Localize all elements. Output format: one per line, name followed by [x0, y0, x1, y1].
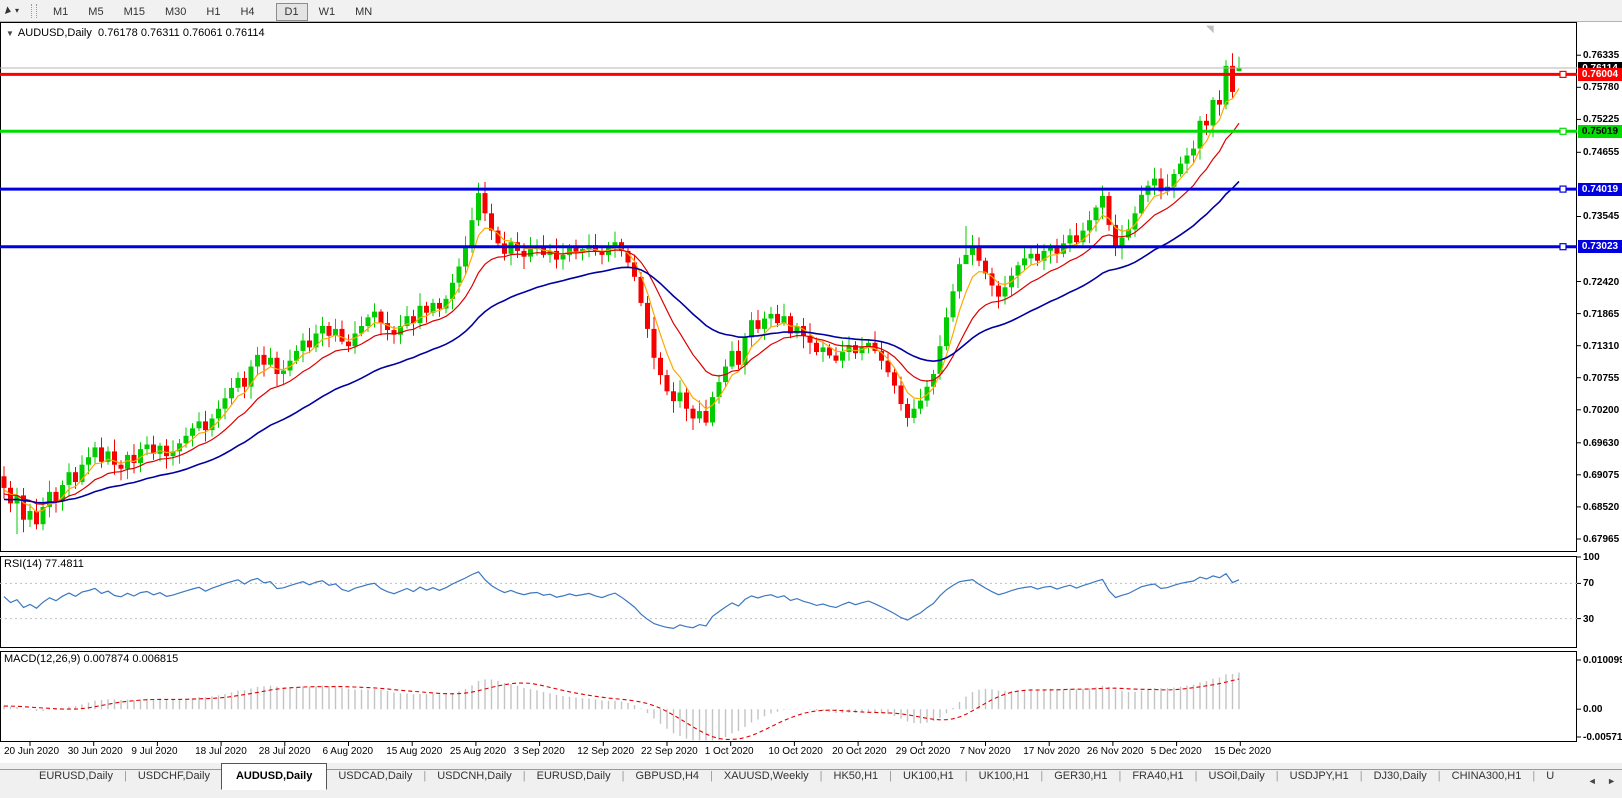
time-axis-label: 10 Oct 2020: [768, 746, 822, 757]
chart-tab-usdcnh-daily[interactable]: USDCNH,Daily: [426, 763, 523, 788]
tab-scroll-left-icon[interactable]: ◄: [1585, 776, 1600, 786]
price-axis-tick: 0.69075: [1583, 470, 1622, 481]
time-axis-label: 20 Jun 2020: [4, 746, 59, 757]
chart-tab-eurusd-daily[interactable]: EURUSD,Daily: [28, 763, 124, 788]
dropdown-caret-icon: ▾: [15, 6, 19, 15]
time-axis-label: 20 Oct 2020: [832, 746, 886, 757]
timeframe-button-m5[interactable]: M5: [79, 3, 112, 21]
tab-scroll-right-icon[interactable]: ►: [1604, 776, 1619, 786]
timeframe-buttons: M1M5M15M30H1H4 D1W1MN: [43, 2, 382, 20]
time-axis-label: 5 Dec 2020: [1151, 746, 1202, 757]
chart-tab-china300-h1[interactable]: CHINA300,H1: [1441, 763, 1533, 788]
timeframe-button-m30[interactable]: M30: [156, 3, 195, 21]
price-axis-tick: 0.70200: [1583, 405, 1622, 416]
cursor-icon: [5, 6, 12, 15]
hline-price-label[interactable]: 0.73023: [1578, 240, 1622, 253]
chart-tabs: EURUSD,Daily|USDCHF,DailyAUDUSD,DailyUSD…: [28, 763, 1588, 793]
time-axis-label: 28 Jul 2020: [259, 746, 311, 757]
chart-tab-fra40-h1[interactable]: FRA40,H1: [1121, 763, 1194, 788]
hline-price-label[interactable]: 0.75019: [1578, 125, 1622, 138]
chart-tab-audusd-daily[interactable]: AUDUSD,Daily: [221, 763, 327, 790]
tab-scroll-arrows: ◄ ►: [1581, 771, 1619, 789]
time-axis-label: 6 Aug 2020: [323, 746, 374, 757]
rsi-indicator-pane[interactable]: [0, 556, 1577, 648]
hline-price-label[interactable]: 0.76004: [1578, 68, 1622, 81]
chart-tab-xauusd-weekly[interactable]: XAUUSD,Weekly: [713, 763, 820, 788]
collapse-caret-icon[interactable]: ▼: [6, 29, 14, 38]
time-axis-label: 12 Sep 2020: [577, 746, 634, 757]
price-axis-tick: 0.75780: [1583, 82, 1622, 93]
chart-tab-hk50-h1[interactable]: HK50,H1: [823, 763, 890, 788]
chart-tab-uk100-h1[interactable]: UK100,H1: [968, 763, 1041, 788]
scroll-to-end-marker[interactable]: ◥: [1206, 24, 1214, 35]
time-axis-label: 7 Nov 2020: [960, 746, 1011, 757]
rsi-label: RSI(14) 77.4811: [4, 558, 84, 570]
time-axis-label: 26 Nov 2020: [1087, 746, 1144, 757]
macd-label: MACD(12,26,9) 0.007874 0.006815: [4, 653, 178, 665]
price-axis-tick: 0.70755: [1583, 373, 1622, 384]
rsi-axis-tick: 30: [1583, 614, 1622, 625]
time-axis-label: 15 Aug 2020: [386, 746, 442, 757]
time-axis-label: 3 Sep 2020: [514, 746, 565, 757]
chart-tab-dj30-daily[interactable]: DJ30,Daily: [1363, 763, 1438, 788]
time-axis-label: 9 Jul 2020: [131, 746, 177, 757]
price-axis-tick: 0.73545: [1583, 211, 1622, 222]
chart-ohlc-values: 0.76178 0.76311 0.76061 0.76114: [98, 27, 265, 39]
macd-axis-tick: 0.010099: [1583, 655, 1622, 666]
timeframe-button-h1[interactable]: H1: [197, 3, 229, 21]
chart-title: ▼ AUDUSD,Daily 0.76178 0.76311 0.76061 0.…: [6, 27, 265, 39]
macd-axis-tick: -0.005711: [1583, 732, 1622, 743]
price-axis-tick: 0.71310: [1583, 341, 1622, 352]
timeframe-button-m1[interactable]: M1: [44, 3, 77, 21]
pointer-tool-button[interactable]: ▾: [0, 6, 25, 15]
price-axis-tick: 0.68520: [1583, 502, 1622, 513]
chart-tab-usdjpy-h1[interactable]: USDJPY,H1: [1279, 763, 1360, 788]
timeframe-button-m15[interactable]: M15: [115, 3, 154, 21]
time-axis-label: 22 Sep 2020: [641, 746, 698, 757]
price-chart-pane[interactable]: [0, 22, 1577, 552]
rsi-axis-tick: 100: [1583, 552, 1622, 563]
price-axis-tick: 0.69630: [1583, 438, 1622, 449]
chart-tab-eurusd-daily[interactable]: EURUSD,Daily: [526, 763, 622, 788]
timeframe-toolbar: ▾ M1M5M15M30H1H4 D1W1MN: [0, 0, 1622, 22]
price-axis-tick: 0.67965: [1583, 534, 1622, 545]
chart-tab-gbpusd-h4[interactable]: GBPUSD,H4: [624, 763, 710, 788]
time-axis-label: 1 Oct 2020: [705, 746, 754, 757]
time-axis-label: 29 Oct 2020: [896, 746, 950, 757]
chart-tab-usoil-daily[interactable]: USOil,Daily: [1198, 763, 1276, 788]
chart-tab-usdcad-daily[interactable]: USDCAD,Daily: [327, 763, 423, 788]
time-axis-label: 15 Dec 2020: [1214, 746, 1271, 757]
price-axis-tick: 0.75225: [1583, 114, 1622, 125]
timeframe-button-h4[interactable]: H4: [231, 3, 263, 21]
price-axis-tick: 0.72420: [1583, 277, 1622, 288]
toolbar-grip-handle[interactable]: [31, 4, 37, 18]
time-axis-label: 17 Nov 2020: [1023, 746, 1080, 757]
timeframe-button-d1[interactable]: D1: [276, 3, 308, 21]
chart-tab-usdchf-daily[interactable]: USDCHF,Daily: [127, 763, 221, 788]
rsi-axis-tick: 70: [1583, 578, 1622, 589]
timeframe-button-w1[interactable]: W1: [310, 3, 345, 21]
timeframe-button-mn[interactable]: MN: [346, 3, 381, 21]
macd-axis-tick: 0.00: [1583, 704, 1622, 715]
time-axis-label: 18 Jul 2020: [195, 746, 247, 757]
price-axis-tick: 0.74655: [1583, 147, 1622, 158]
chart-tab-bar: EURUSD,Daily|USDCHF,DailyAUDUSD,DailyUSD…: [0, 763, 1622, 798]
trading-terminal-window: ▾ M1M5M15M30H1H4 D1W1MN ▼ AUDUSD,Daily 0.7…: [0, 0, 1622, 798]
chart-symbol-label: AUDUSD,Daily: [18, 27, 92, 39]
price-axis-tick: 0.76335: [1583, 50, 1622, 61]
macd-indicator-pane[interactable]: [0, 651, 1577, 742]
chart-tab-ger30-h1[interactable]: GER30,H1: [1043, 763, 1118, 788]
time-axis-label: 25 Aug 2020: [450, 746, 506, 757]
time-axis-label: 30 Jun 2020: [68, 746, 123, 757]
chart-tab-uk100-h1[interactable]: UK100,H1: [892, 763, 965, 788]
chart-tab-u[interactable]: U: [1535, 763, 1565, 788]
hline-price-label[interactable]: 0.74019: [1578, 183, 1622, 196]
price-axis-tick: 0.71865: [1583, 309, 1622, 320]
